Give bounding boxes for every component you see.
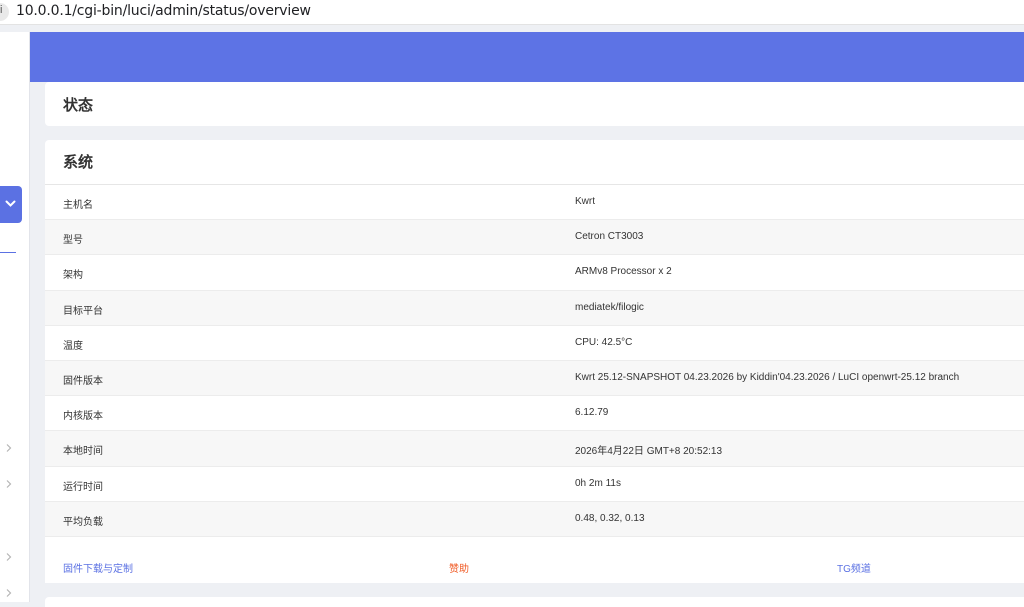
row-value: 0h 2m 11s [575,477,621,489]
sidebar-toggle-button[interactable] [0,186,22,223]
row-value: ARMv8 Processor x 2 [575,266,672,278]
site-info-icon[interactable]: i [0,3,9,21]
chevron-right-icon[interactable] [4,443,14,453]
links-row: 固件下载与定制 赞助 TG频道 [45,547,1024,583]
row-label: 温度 [63,340,83,352]
table-row: 运行时间 0h 2m 11s [45,466,1024,502]
row-label: 主机名 [63,200,93,211]
firmware-download-link[interactable]: 固件下载与定制 [63,560,133,575]
row-label: 架构 [63,270,83,282]
sidebar [0,32,29,602]
row-value: Cetron CT3003 [575,231,644,243]
row-value: Kwrt [575,196,595,207]
next-section-card [45,597,1024,607]
system-table: 主机名 Kwrt 型号 Cetron CT3003 架构 ARMv8 Proce… [45,184,1024,537]
table-row: 温度 CPU: 42.5°C [45,325,1024,361]
table-row: 型号 Cetron CT3003 [45,220,1024,256]
page-title-card: 状态 [45,82,1024,126]
row-label: 型号 [63,235,83,247]
sidebar-divider [29,32,30,602]
chevron-right-icon[interactable] [4,588,14,598]
row-value: Kwrt 25.12-SNAPSHOT 04.23.2026 by Kiddin… [575,371,960,383]
section-title: 系统 [63,154,94,171]
chevron-down-icon [5,200,16,207]
table-row: 本地时间 2026年4月22日 GMT+8 20:52:13 [45,431,1024,467]
telegram-channel-link[interactable]: TG频道 [837,560,871,575]
row-value: 0.48, 0.32, 0.13 [575,512,645,524]
table-row: 目标平台 mediatek/filogic [45,290,1024,326]
row-value: CPU: 42.5°C [575,336,633,348]
table-row: 内核版本 6.12.79 [45,396,1024,432]
row-value: mediatek/filogic [575,301,644,313]
row-label: 目标平台 [63,305,103,317]
row-label: 内核版本 [63,411,103,423]
table-row: 固件版本 Kwrt 25.12-SNAPSHOT 04.23.2026 by K… [45,360,1024,397]
chevron-right-icon[interactable] [4,552,14,562]
row-label: 本地时间 [63,446,103,458]
table-row: 平均负载 0.48, 0.32, 0.13 [45,501,1024,537]
row-value: 2026年4月22日 GMT+8 20:52:13 [575,446,723,458]
sponsor-link[interactable]: 赞助 [449,560,469,575]
row-label: 运行时间 [63,481,103,493]
chevron-right-icon[interactable] [4,479,14,489]
row-label: 平均负载 [63,516,103,528]
system-card: 系统 主机名 Kwrt 型号 Cetron CT3003 架构 ARMv8 Pr… [45,140,1024,583]
row-label: 固件版本 [63,375,103,387]
row-value: 6.12.79 [575,407,609,419]
page-title: 状态 [63,97,94,114]
address-bar[interactable]: i 10.0.0.1/cgi-bin/luci/admin/status/ove… [0,0,1024,25]
header-banner [30,32,1024,82]
table-row: 主机名 Kwrt [45,185,1024,221]
sidebar-active-indicator [0,252,16,253]
url-text[interactable]: 10.0.0.1/cgi-bin/luci/admin/status/overv… [16,3,311,19]
table-row: 架构 ARMv8 Processor x 2 [45,255,1024,291]
